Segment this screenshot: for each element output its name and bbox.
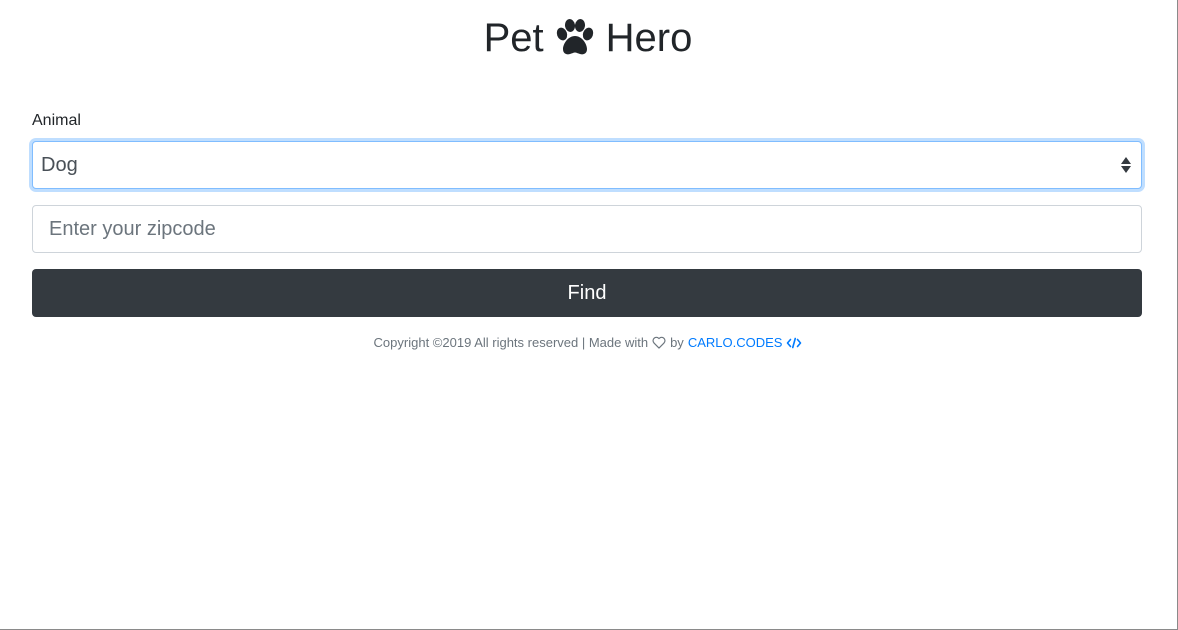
page-title: Pet Hero [0, 14, 1176, 62]
select-arrows-icon [1121, 157, 1131, 173]
animal-select-value: Dog [41, 153, 78, 176]
animal-label: Animal [32, 112, 81, 129]
heart-outline-icon [652, 336, 666, 349]
zipcode-input[interactable] [32, 205, 1142, 253]
carlo-codes-link[interactable]: CARLO.CODES [688, 334, 803, 351]
copyright-text: Copyright ©2019 All rights reserved | Ma… [373, 335, 649, 350]
paw-icon [556, 19, 593, 55]
animal-select[interactable]: Dog [32, 141, 1142, 189]
title-hero: Hero [605, 16, 693, 60]
code-icon [787, 337, 802, 348]
by-text: by [670, 335, 684, 350]
find-button[interactable]: Find [32, 269, 1142, 317]
carlo-codes-link-label: CARLO.CODES [687, 335, 783, 350]
footer: Copyright ©2019 All rights reserved | Ma… [0, 334, 1176, 351]
title-pet: Pet [483, 16, 544, 60]
